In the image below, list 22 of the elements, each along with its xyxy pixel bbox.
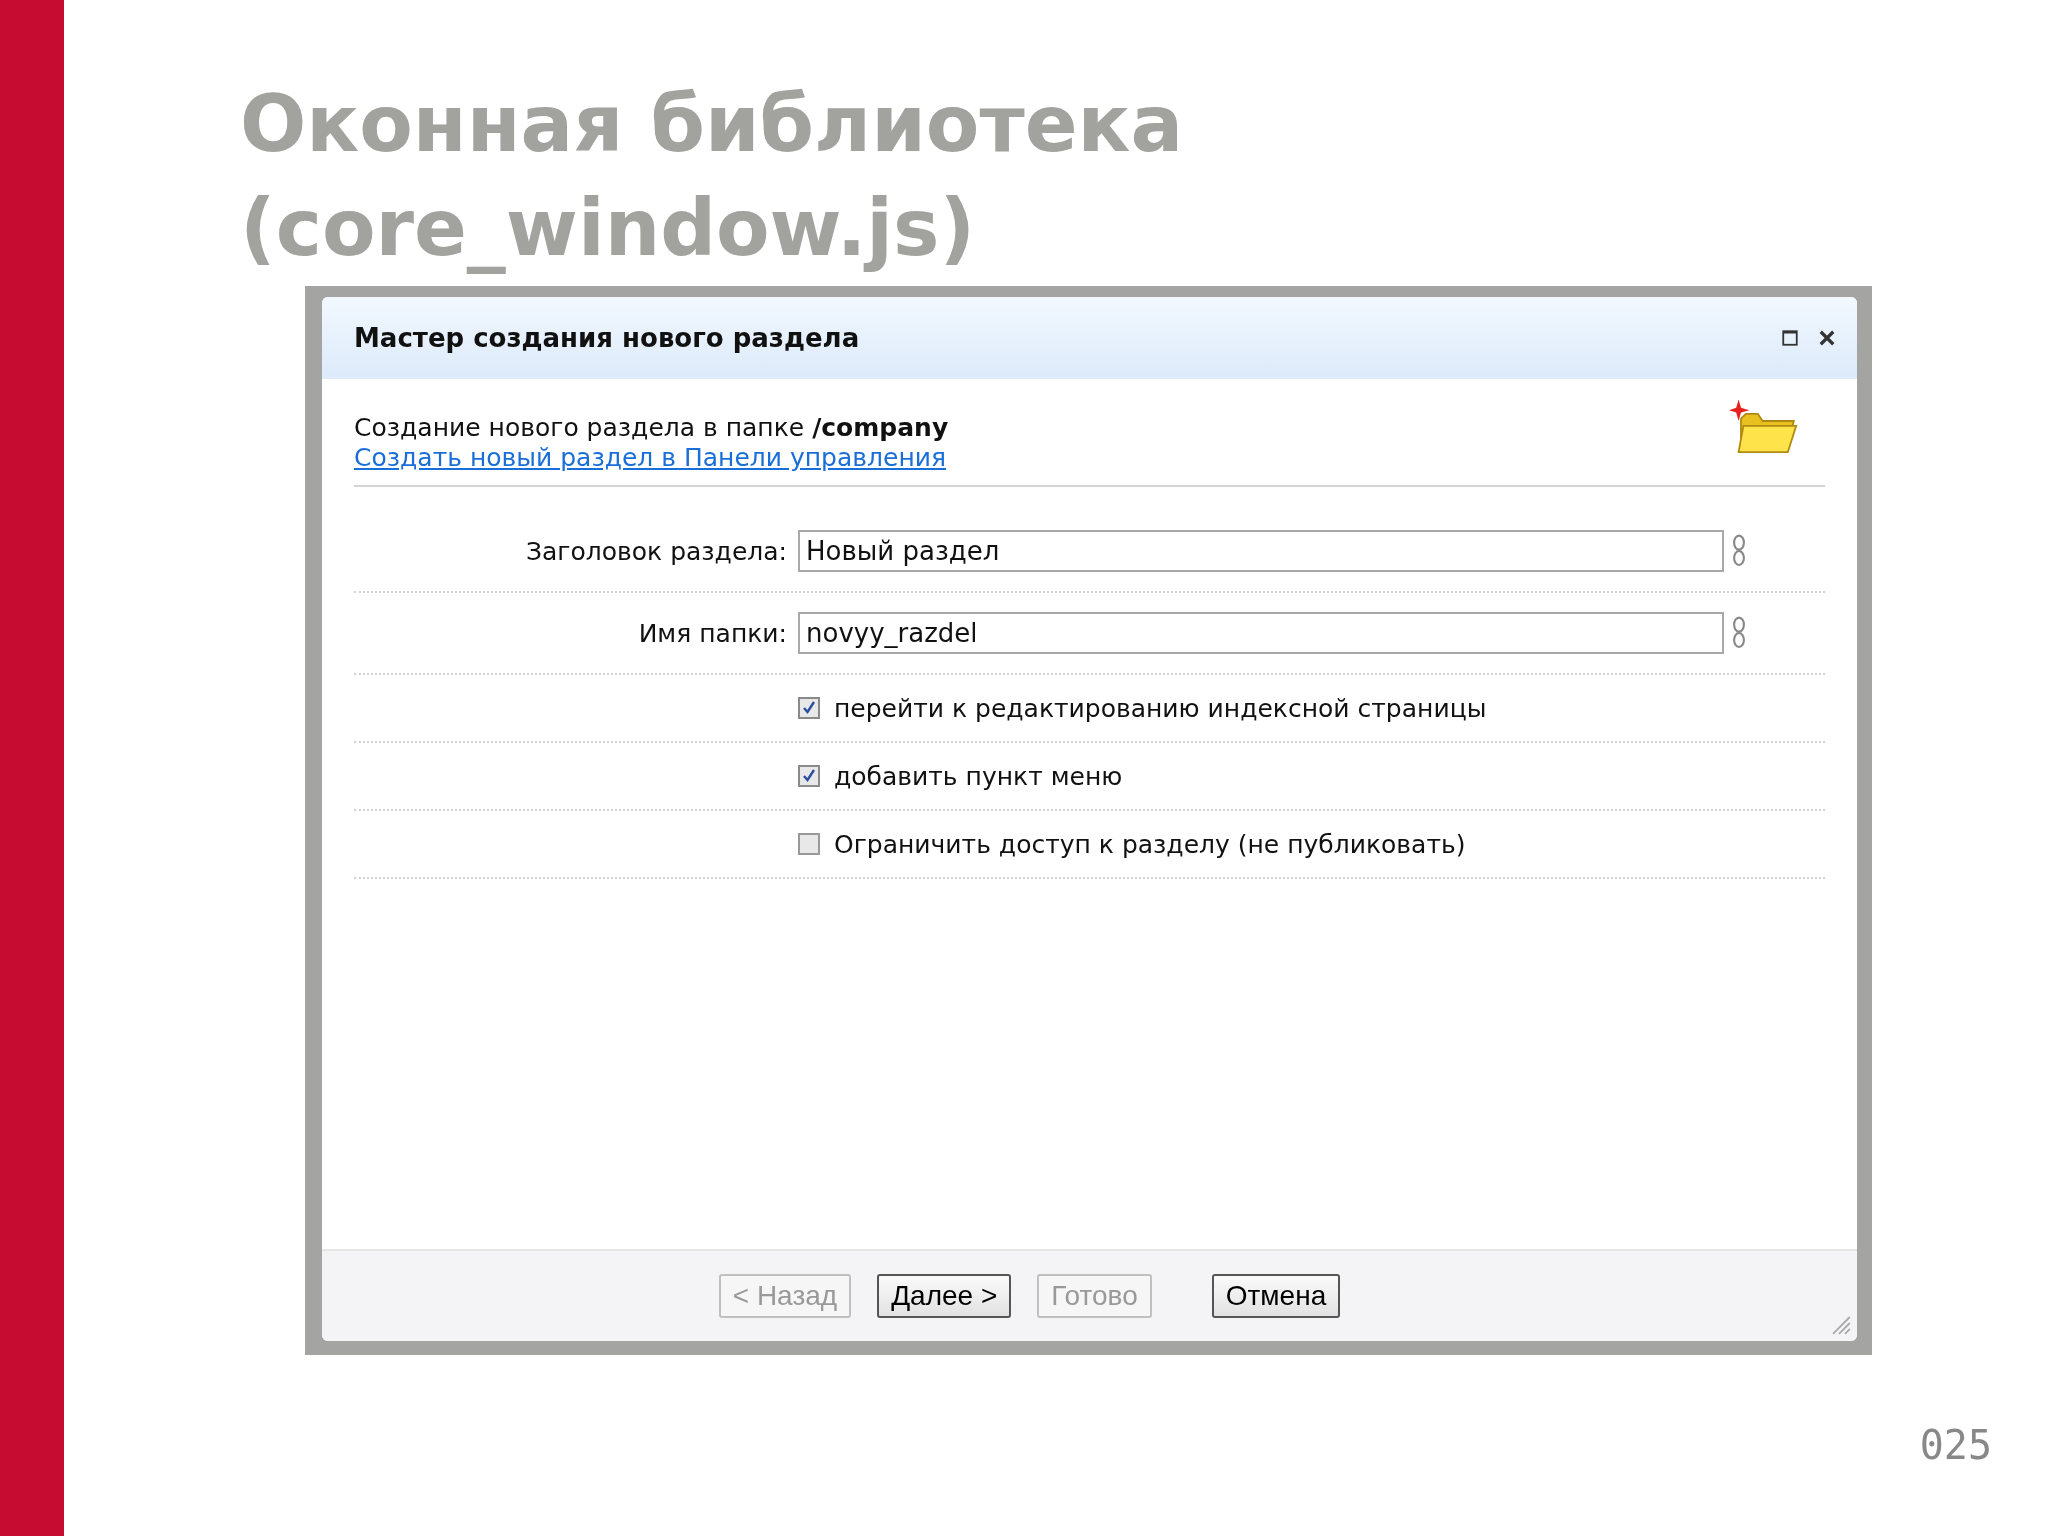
checkbox[interactable] [798, 765, 820, 787]
dialog-button[interactable]: Отмена [1211, 1274, 1341, 1318]
close-icon[interactable] [1817, 328, 1837, 348]
text-field[interactable]: Новый раздел [798, 530, 1724, 572]
checkbox-label: Ограничить доступ к разделу (не публиковать) [834, 829, 1466, 859]
checkbox[interactable] [798, 833, 820, 855]
slide-title: (core_window.js) [240, 182, 976, 276]
checkbox-label: добавить пункт меню [834, 761, 1123, 791]
maximize-icon[interactable] [1781, 329, 1799, 347]
text-field[interactable]: novyy_razdel [798, 612, 1724, 654]
window-title: Мастер создания нового раздела [354, 323, 861, 353]
checkbox-label: перейти к редактированию индексной страницы [834, 693, 1487, 723]
dialog-button[interactable]: Далее > [877, 1274, 1012, 1318]
chain-link-icon[interactable] [1732, 533, 1746, 569]
field-label: Имя папки: [637, 618, 787, 648]
slide-title: Оконная библиотека [240, 78, 1184, 171]
checkbox[interactable] [798, 697, 820, 719]
chain-link-icon[interactable] [1732, 615, 1746, 651]
intro-text: Создание нового раздела в папке /company [354, 413, 949, 443]
control-panel-link[interactable]: Создать новый раздел в Панели управления [354, 443, 949, 473]
page-number: 025 [1919, 1422, 1992, 1468]
field-label: Заголовок раздела: [525, 536, 787, 566]
